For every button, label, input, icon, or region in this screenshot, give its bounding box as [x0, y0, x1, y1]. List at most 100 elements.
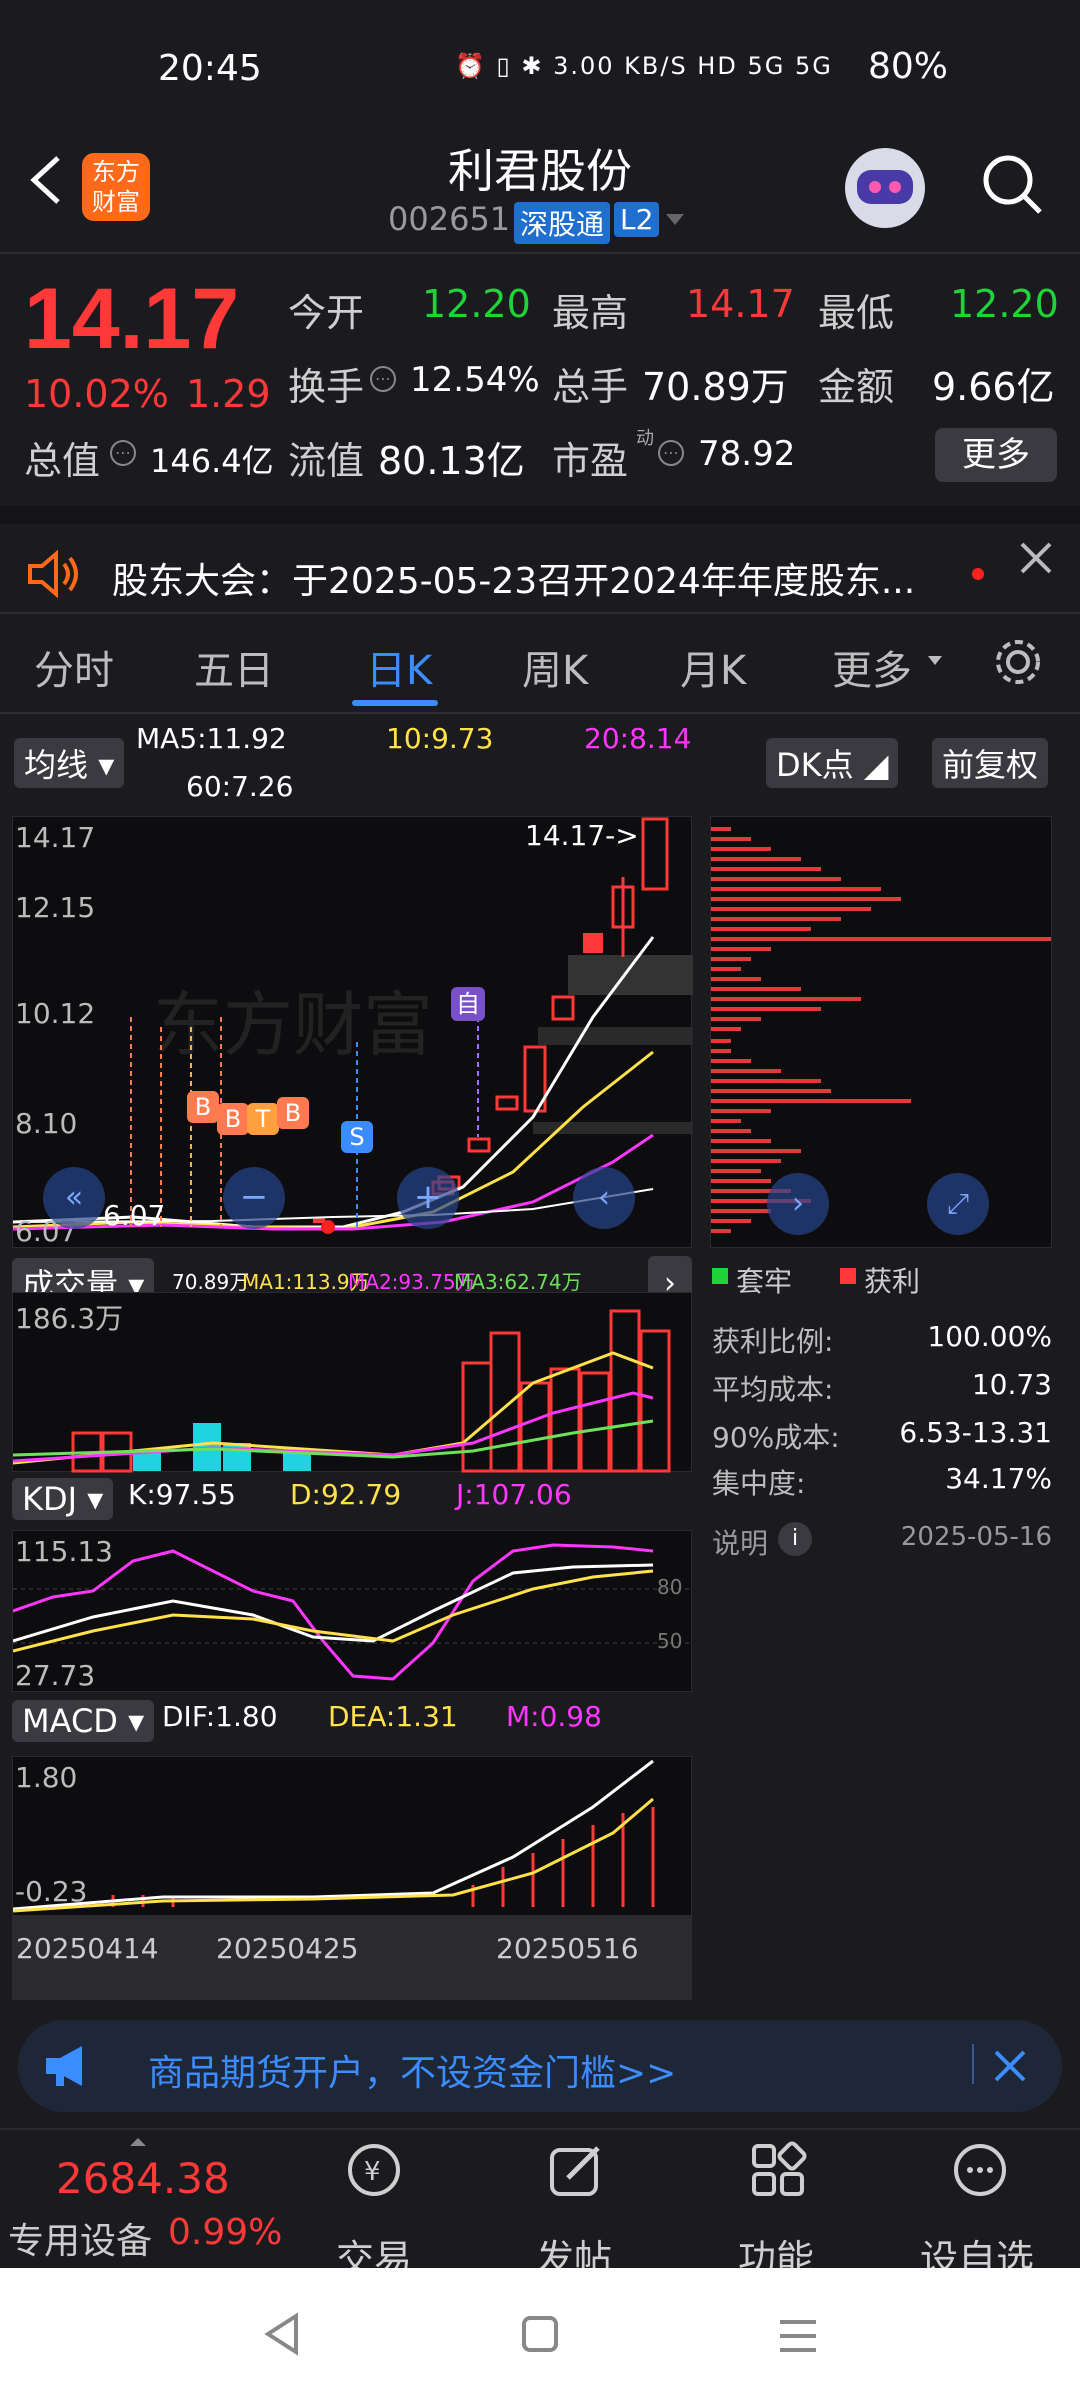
stat-value: 100.00% — [927, 1320, 1052, 1353]
divider — [0, 612, 1080, 614]
change-amount: 1.29 — [186, 372, 271, 416]
sector-name[interactable]: 专用设备 — [8, 2212, 152, 2264]
ma20-label: 20:8.14 — [584, 722, 692, 755]
y-label: 8.10 — [15, 1107, 78, 1140]
settings-button[interactable] — [990, 634, 1046, 690]
macd-dif-label: DIF:1.80 — [162, 1700, 278, 1733]
profit-legend-swatch — [840, 1268, 856, 1284]
zoom-out-icon[interactable]: − — [223, 1167, 285, 1229]
sector-index-value[interactable]: 2684.38 — [56, 2154, 230, 2203]
svg-text:¥: ¥ — [364, 2157, 381, 2187]
dk-point-button[interactable]: DK点 ◢ — [766, 738, 899, 788]
scroll-left-fast-icon[interactable]: « — [43, 1167, 105, 1229]
macd-ymin-label: -0.23 — [15, 1875, 88, 1908]
tab-monthly-k[interactable]: 月K — [680, 638, 746, 696]
t-signal-tag[interactable]: T — [247, 1103, 279, 1135]
tab-more[interactable]: 更多 — [832, 638, 912, 696]
stock-code: 002651 — [388, 200, 511, 238]
system-back-icon[interactable] — [262, 2312, 302, 2360]
last-price-pointer: 14.17-> — [525, 819, 639, 852]
notice-text[interactable]: 股东大会：于2025-05-23召开2024年年度股东... — [112, 552, 915, 604]
low-price-pointer: 6.07 — [103, 1199, 166, 1232]
l2-tag[interactable]: L2 — [614, 202, 660, 237]
stat-value: 34.17% — [945, 1462, 1052, 1495]
dropdown-caret-icon[interactable] — [666, 214, 684, 225]
kline-chart[interactable]: 东方财富 14.17 12.15 10.12 8.10 6.07 14.17->… — [12, 816, 693, 1248]
add-watchlist-icon[interactable] — [950, 2140, 1010, 2211]
trapped-legend: 套牢 — [736, 1265, 793, 1298]
battery-level: 80% — [868, 46, 949, 87]
close-icon — [994, 2050, 1026, 2082]
close-ad-button[interactable] — [990, 2046, 1030, 2086]
sell-signal-tag[interactable]: S — [341, 1121, 373, 1153]
buy-signal-tag[interactable]: B — [277, 1097, 309, 1129]
turnover-label: 换手 — [288, 365, 365, 409]
change-percent: 10.02% — [24, 372, 169, 416]
zoom-in-icon[interactable]: + — [397, 1167, 459, 1229]
status-time: 20:45 — [158, 48, 262, 89]
status-icons: ⏰ ▯ ✱ 3.00 KB/S HD 5G 5G — [455, 52, 833, 80]
tab-intraday[interactable]: 分时 — [34, 638, 114, 696]
sector-change: 0.99% — [168, 2212, 283, 2253]
turnover-value: 12.54% — [410, 360, 540, 400]
ad-text[interactable]: 商品期货开户，不设资金门槛>> — [148, 2044, 676, 2096]
macd-chart[interactable]: 1.80 -0.23 — [12, 1756, 692, 1916]
buy-signal-tag[interactable]: B — [187, 1091, 219, 1123]
ma5-label: MA5:11.92 — [136, 722, 287, 755]
gear-icon — [996, 640, 1040, 684]
speaker-icon — [26, 549, 82, 599]
kdj-chart[interactable]: 115.13 27.73 80 50 — [12, 1530, 693, 1692]
more-button[interactable]: 更多 — [935, 428, 1057, 482]
chip-next-icon[interactable]: › — [767, 1173, 829, 1235]
chip-date: 2025-05-16 — [900, 1522, 1052, 1552]
vol-ma3-label: MA3:62.74万 — [454, 1270, 582, 1294]
functions-icon[interactable] — [748, 2140, 808, 2211]
pe-label: 市盈 — [552, 439, 629, 483]
tab-five-day[interactable]: 五日 — [194, 638, 274, 696]
close-icon — [1020, 542, 1052, 574]
stat-value: 10.73 — [971, 1368, 1052, 1401]
last-price: 14.17 — [24, 271, 240, 367]
post-icon[interactable] — [546, 2140, 606, 2211]
ma60-label: 60:7.26 — [186, 770, 294, 803]
trade-icon[interactable]: ¥ — [344, 2140, 404, 2211]
note-label[interactable]: 说明 — [712, 1522, 768, 1562]
info-icon[interactable]: i — [778, 1522, 812, 1556]
trapped-legend-swatch — [712, 1268, 728, 1284]
kdj-selector[interactable]: KDJ ▾ — [12, 1478, 114, 1520]
tab-weekly-k[interactable]: 周K — [522, 638, 588, 696]
assistant-robot-icon[interactable] — [845, 148, 925, 228]
low-label: 最低 — [818, 291, 895, 335]
buy-signal-tag[interactable]: B — [217, 1103, 249, 1135]
macd-selector[interactable]: MACD ▾ — [12, 1700, 155, 1742]
float-label: 流值 — [288, 439, 365, 483]
info-icon[interactable]: ⋯ — [370, 366, 396, 392]
info-icon[interactable]: ⋯ — [110, 440, 136, 466]
system-home-icon[interactable] — [520, 2314, 560, 2358]
volume-chart[interactable]: 186.3万 — [12, 1292, 692, 1473]
megaphone-icon — [42, 2044, 98, 2088]
kdj-j-label: J:107.06 — [456, 1478, 572, 1511]
mktcap-value: 146.4亿 — [150, 442, 274, 480]
divider — [0, 712, 1080, 714]
expand-up-icon[interactable] — [130, 2138, 146, 2146]
system-menu-icon[interactable] — [778, 2316, 818, 2360]
date-axis: 20250414 20250425 20250516 — [12, 1916, 692, 2000]
ma-selector[interactable]: 均线 ▾ — [14, 738, 125, 788]
amount-label: 金额 — [818, 365, 895, 409]
self-select-tag[interactable]: 自 — [451, 987, 485, 1021]
info-icon[interactable]: ⋯ — [658, 440, 684, 466]
stat-label: 平均成本: — [712, 1373, 834, 1406]
tab-daily-k[interactable]: 日K — [366, 638, 432, 696]
search-button[interactable] — [978, 150, 1048, 220]
volume-label: 70.89万 — [172, 1270, 250, 1294]
chip-distribution-chart[interactable]: › ⤢ — [710, 816, 1052, 1248]
expand-icon[interactable]: ⤢ — [927, 1173, 989, 1235]
ma10-label: 10:9.73 — [386, 722, 494, 755]
unread-dot — [972, 568, 984, 580]
divider — [0, 506, 1080, 524]
high-label: 最高 — [552, 291, 629, 335]
scroll-left-icon[interactable]: ‹ — [573, 1167, 635, 1229]
adjust-button[interactable]: 前复权 — [932, 738, 1049, 788]
close-notice-button[interactable] — [1018, 540, 1054, 576]
